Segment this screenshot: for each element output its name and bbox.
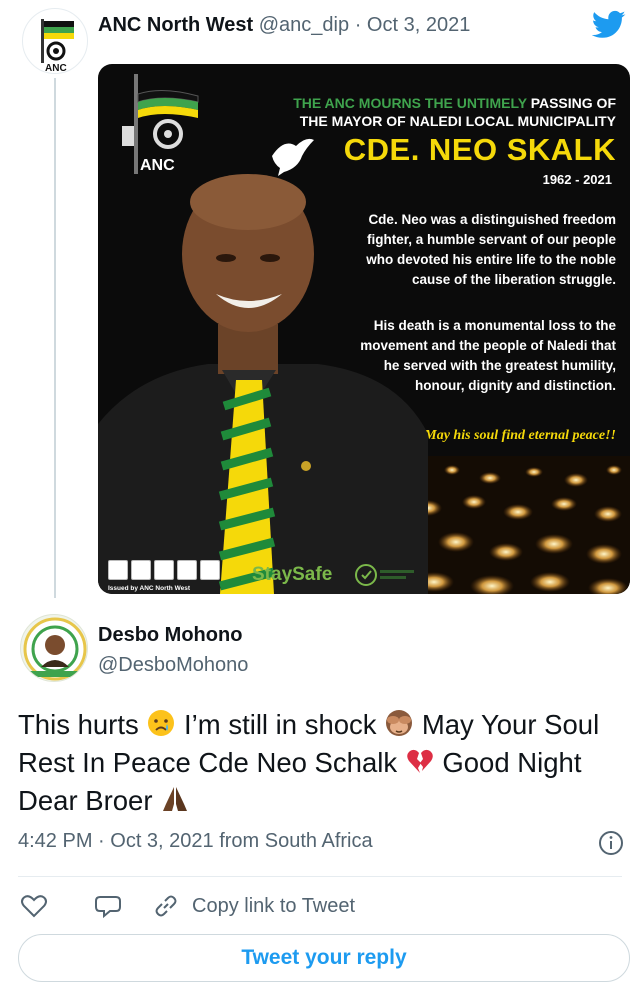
crying-face-icon (148, 710, 175, 736)
meta-separator: · (354, 14, 362, 36)
actions-divider (18, 876, 622, 877)
copy-link-label: Copy link to Tweet (192, 894, 356, 917)
link-icon (155, 895, 177, 917)
poster-headline-white-2: THE MAYOR OF NALEDI LOCAL MUNICIPALITY (299, 113, 616, 129)
reply-text-part-2: I’m still in shock (184, 709, 385, 740)
reply-bubble-icon[interactable] (94, 892, 122, 920)
info-icon[interactable] (598, 830, 624, 856)
parent-tweet-header: ANC North West @anc_dip · Oct 3, 2021 (98, 14, 470, 37)
desbo-avatar-image (23, 617, 87, 681)
thread-connector (54, 78, 56, 598)
poster-issued-by: Issued by ANC North West (108, 585, 190, 592)
footer-logo-2 (131, 560, 151, 580)
footer-logo-5 (200, 560, 220, 580)
poster-closing-line: May his soul find eternal peace!! (424, 428, 616, 443)
svg-text:ANC: ANC (45, 63, 67, 74)
copy-link-button[interactable]: Copy link to Tweet (152, 892, 355, 920)
poster-honoree-name: CDE. NEO SKALK (343, 132, 616, 167)
poster-footer-logos (108, 560, 220, 580)
parent-author-name[interactable]: ANC North West (98, 14, 253, 36)
folded-hands-icon (163, 787, 188, 811)
footer-logo-1 (108, 560, 128, 580)
anc-avatar[interactable]: ANC (22, 8, 88, 74)
broken-heart-icon (406, 749, 433, 773)
desbo-avatar[interactable] (20, 614, 88, 682)
footer-logo-3 (154, 560, 174, 580)
anc-logo-icon: ANC (41, 19, 74, 74)
honoree-portrait (98, 174, 428, 594)
poster-headline-white-1: PASSING OF (530, 95, 616, 111)
tweet-your-reply-button[interactable]: Tweet your reply (18, 934, 630, 982)
reply-author-name[interactable]: Desbo Mohono (98, 624, 242, 647)
memorial-poster-image[interactable]: ANC THE ANC MOURNS THE UNTIMELY PASSING … (98, 64, 630, 594)
see-no-evil-monkey-icon (386, 710, 413, 736)
reply-text-part-1: This hurts (18, 709, 147, 740)
poster-staysafe: StaySafe (252, 564, 333, 585)
reply-tweet-text: This hurts I’m still in shock May Your S… (18, 706, 622, 820)
reply-timestamp[interactable]: 4:42 PM · Oct 3, 2021 from South Africa (18, 830, 373, 853)
poster-logo-text: ANC (140, 157, 175, 174)
poster-years: 1962 - 2021 (542, 172, 612, 187)
twitter-bird-icon[interactable] (592, 10, 626, 40)
dove-icon (272, 138, 314, 176)
parent-author-handle[interactable]: @anc_dip (259, 14, 349, 36)
reply-author-handle[interactable]: @DesboMohono (98, 654, 248, 677)
footer-logo-4 (177, 560, 197, 580)
health-logo-icon (355, 564, 414, 586)
like-heart-icon[interactable] (20, 892, 48, 920)
anc-flag-logo-icon: ANC (122, 74, 199, 174)
candles-graphic (394, 456, 630, 594)
poster-headline-green: THE ANC MOURNS THE UNTIMELY (293, 95, 527, 111)
parent-tweet-date[interactable]: Oct 3, 2021 (367, 14, 470, 36)
tweet-actions-bar: Copy link to Tweet (20, 892, 355, 920)
poster-headline: THE ANC MOURNS THE UNTIMELY PASSING OF T… (276, 94, 616, 130)
